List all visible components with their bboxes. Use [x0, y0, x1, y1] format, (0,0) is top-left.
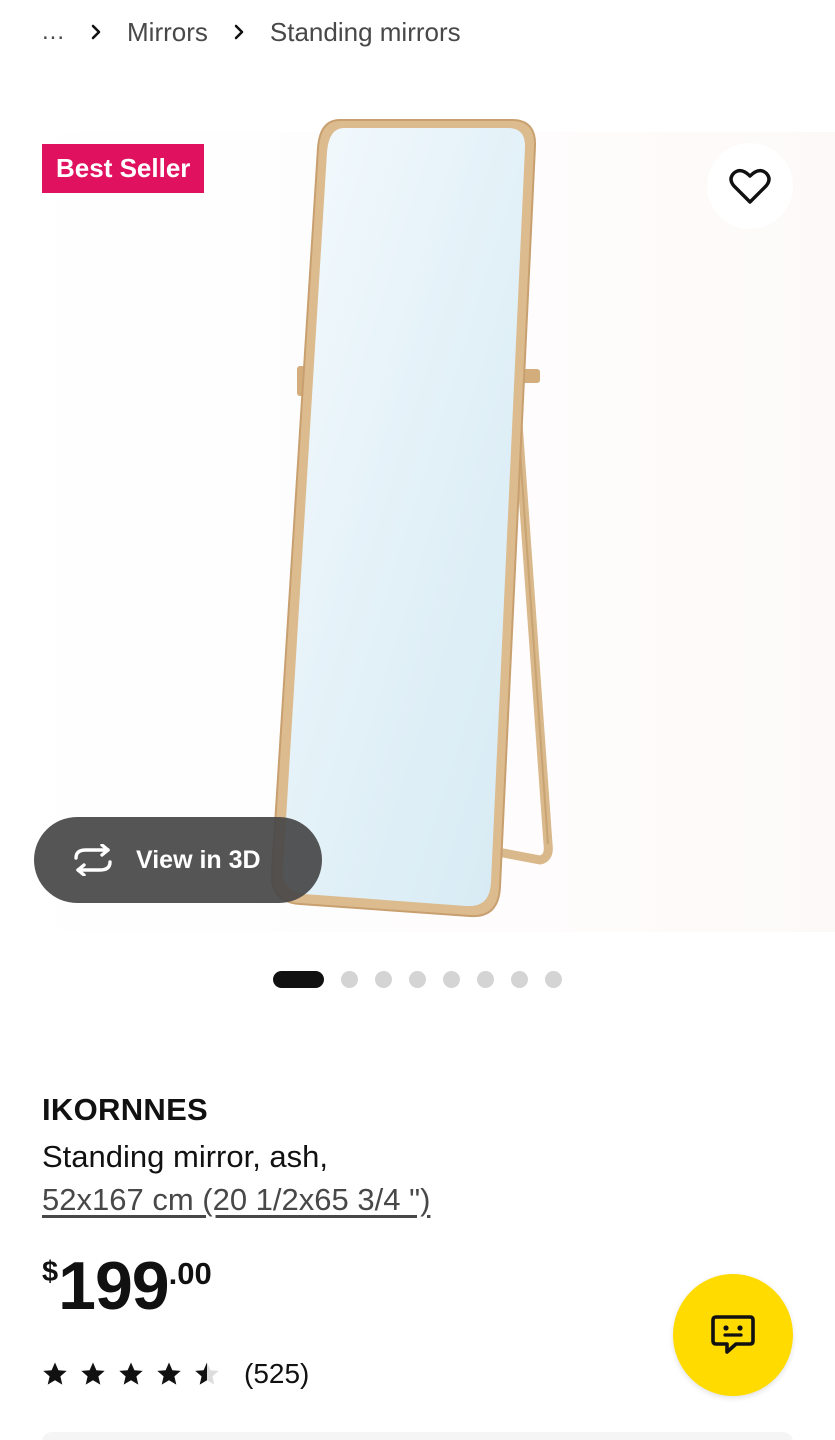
gallery-dot[interactable]: [511, 970, 528, 988]
product-name: IKORNNES: [42, 1092, 209, 1127]
price-currency: $: [42, 1256, 59, 1288]
review-count: (525): [244, 1358, 310, 1389]
gallery-dot[interactable]: [443, 970, 460, 988]
price-decimal: .00: [168, 1256, 212, 1291]
rating-stars: [42, 1361, 232, 1387]
star-full-icon: [157, 1362, 181, 1385]
favorite-button[interactable]: [707, 143, 793, 229]
chevron-right-icon: [91, 24, 101, 40]
price-whole: 199: [58, 1248, 169, 1324]
heart-outline-icon: [729, 168, 771, 204]
gallery-dot[interactable]: [273, 970, 324, 988]
product-size-link[interactable]: 52x167 cm (20 1/2x65 3/4 "): [42, 1178, 430, 1221]
gallery-dot[interactable]: [409, 970, 426, 988]
breadcrumb: ... Mirrors Standing mirrors: [42, 14, 479, 50]
view-in-3d-label: View in 3D: [136, 845, 261, 874]
gallery-pagination: [273, 970, 562, 988]
gallery-dot[interactable]: [545, 970, 562, 988]
chat-bubble-icon: [711, 1315, 755, 1354]
next-section-edge: [42, 1432, 793, 1440]
rotate-3d-icon: [70, 837, 116, 883]
gallery-dot[interactable]: [375, 970, 392, 988]
star-full-icon: [43, 1362, 67, 1385]
chevron-right-icon: [234, 24, 244, 40]
product-description: Standing mirror, ash,: [42, 1139, 329, 1174]
star-full-icon: [119, 1362, 143, 1385]
best-seller-badge: Best Seller: [42, 144, 205, 193]
product-price: $ 199 .00: [42, 1250, 212, 1322]
breadcrumb-item-standing-mirrors[interactable]: Standing mirrors: [270, 17, 461, 48]
gallery-dot[interactable]: [477, 970, 494, 988]
product-rating[interactable]: (525): [42, 1352, 309, 1396]
star-half-icon: [195, 1362, 219, 1385]
chat-button[interactable]: [673, 1274, 793, 1396]
breadcrumb-ellipsis[interactable]: ...: [42, 18, 65, 46]
breadcrumb-item-mirrors[interactable]: Mirrors: [127, 17, 208, 48]
view-in-3d-button[interactable]: View in 3D: [34, 817, 322, 903]
gallery-dot[interactable]: [341, 970, 358, 988]
star-full-icon: [81, 1362, 105, 1385]
